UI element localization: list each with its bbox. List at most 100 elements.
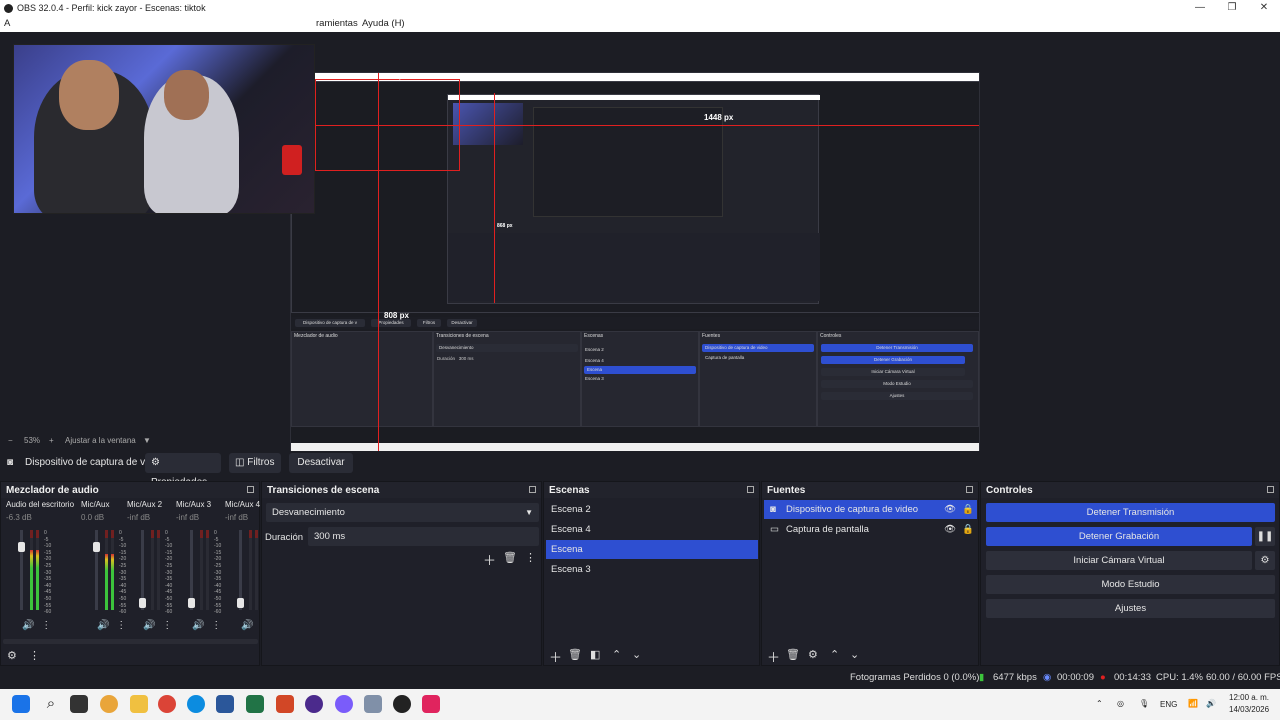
menu-item-help[interactable]: Ayuda (H) [362,18,405,29]
language-indicator[interactable]: ENG [1160,700,1177,709]
preview-canvas[interactable]: Dispositivo de captura de v Propiedades … [290,72,980,460]
mixer-settings-icon[interactable]: ⚙ [7,649,17,662]
tray-chevron-icon[interactable]: ⌃ [1096,699,1103,708]
task-view-icon[interactable] [70,695,88,713]
volume-slider-handle[interactable] [237,598,244,608]
move-up-icon[interactable]: ⌃ [612,648,621,661]
minimize-icon[interactable]: — [1184,0,1216,16]
edge-icon[interactable] [187,695,205,713]
copilot-icon[interactable] [100,695,118,713]
channel-menu-icon[interactable]: ⋮ [211,620,221,631]
volume-slider[interactable] [18,530,25,610]
source-settings-icon[interactable]: ⚙ [808,648,818,661]
scene-item[interactable]: Escena 4 [546,520,758,539]
undock-icon[interactable] [966,486,973,493]
close-icon[interactable]: ✕ [1248,0,1280,16]
zoom-dropdown-icon[interactable]: ▼ [143,436,151,445]
speaker-icon[interactable]: 🔊 [241,620,253,631]
scene-filter-icon[interactable]: ◧ [590,648,600,661]
move-up-icon[interactable]: ⌃ [830,648,839,661]
lock-icon[interactable]: 🔒 [962,500,974,519]
tiktok-icon[interactable] [422,695,440,713]
windows-start-icon[interactable] [12,695,30,713]
clock-date[interactable]: 14/03/2026 [1229,705,1269,714]
file-explorer-icon[interactable] [130,695,148,713]
selected-source-box[interactable] [315,79,460,171]
search-icon[interactable]: ⌕ [42,695,60,713]
eye-icon[interactable]: 👁 [944,500,956,519]
menu-item-partial[interactable]: A [4,18,10,29]
scale-tick: -25 [119,562,127,569]
scene-item-selected[interactable]: Escena [546,540,758,559]
eye-icon[interactable]: 👁 [944,520,956,539]
volume-slider[interactable] [237,530,244,610]
excel-icon[interactable] [246,695,264,713]
volume-slider-handle[interactable] [139,598,146,608]
discord-icon[interactable] [335,695,353,713]
scene-item[interactable]: Escena 2 [546,500,758,519]
settings-app-icon[interactable] [364,695,382,713]
stop-recording-button[interactable]: Detener Grabación [986,527,1252,546]
zoom-out-button[interactable]: − [8,436,13,445]
trash-icon[interactable]: 🗑 [568,648,582,661]
wifi-icon[interactable]: 📶 [1188,699,1198,708]
chrome-icon[interactable] [158,695,176,713]
preview-area[interactable]: Dispositivo de captura de v Propiedades … [0,32,1280,460]
mixer-scrollbar[interactable] [3,639,258,644]
volume-slider-handle[interactable] [18,542,25,552]
undock-icon[interactable] [1267,486,1274,493]
gear-icon[interactable]: ⚙ [1255,551,1275,570]
stop-stream-button[interactable]: Detener Transmisión [986,503,1275,522]
filter-icon: ◫ [235,457,245,468]
undock-icon[interactable] [747,486,754,493]
fit-window-button[interactable]: Ajustar a la ventana [65,436,136,445]
speaker-icon[interactable]: 🔊 [143,620,155,631]
volume-icon[interactable]: 🔊 [1206,699,1216,708]
virtual-camera-button[interactable]: Iniciar Cámara Virtual [986,551,1252,570]
app-icon[interactable] [305,695,323,713]
trash-icon[interactable]: 🗑 [786,648,800,661]
transition-select[interactable]: Desvanecimiento ▼ [266,503,539,522]
mixer-menu-icon[interactable]: ⋮ [29,649,40,662]
channel-menu-icon[interactable]: ⋮ [116,620,126,631]
source-item-selected[interactable]: ◙ Dispositivo de captura de video 👁 🔒 [764,500,977,519]
deactivate-button[interactable]: Desactivar [289,453,353,473]
maximize-icon[interactable]: ❐ [1216,0,1248,16]
move-down-icon[interactable]: ⌄ [850,648,859,661]
source-item[interactable]: ▭ Captura de pantalla 👁 🔒 [764,520,977,539]
channel-menu-icon[interactable]: ⋮ [162,620,172,631]
tray-app-icon[interactable]: ◎ [1117,699,1124,708]
channel-menu-icon[interactable]: ⋮ [41,620,51,631]
zoom-in-button[interactable]: + [49,436,54,445]
volume-slider[interactable] [188,530,195,610]
lock-icon[interactable]: 🔒 [962,520,974,539]
pause-icon[interactable]: ❚❚ [1255,527,1275,546]
transition-menu-icon[interactable]: ⋮ [525,551,536,564]
volume-slider-handle[interactable] [93,542,100,552]
volume-slider-handle[interactable] [188,598,195,608]
settings-button[interactable]: Ajustes [986,599,1275,618]
speaker-icon[interactable]: 🔊 [22,620,34,631]
speaker-icon[interactable]: 🔊 [192,620,204,631]
move-down-icon[interactable]: ⌄ [632,648,641,661]
add-scene-icon[interactable]: ＋ [549,647,562,666]
trash-icon[interactable]: 🗑 [503,551,517,564]
volume-slider[interactable] [93,530,100,610]
microphone-icon[interactable]: 🎙 [1139,699,1149,708]
powerpoint-icon[interactable] [276,695,294,713]
undock-icon[interactable] [247,486,254,493]
menu-item-tools[interactable]: ramientas [316,18,358,29]
word-icon[interactable] [216,695,234,713]
add-transition-icon[interactable]: ＋ [483,550,496,569]
obs-app-icon[interactable] [393,695,411,713]
filters-button[interactable]: ◫ Filtros [229,453,281,473]
undock-icon[interactable] [529,486,536,493]
properties-button[interactable]: ⚙ Propiedades [145,453,221,488]
studio-mode-button[interactable]: Modo Estudio [986,575,1275,594]
speaker-icon[interactable]: 🔊 [97,620,109,631]
duration-input[interactable]: 300 ms [308,527,539,546]
scene-item[interactable]: Escena 3 [546,560,758,579]
add-source-icon[interactable]: ＋ [767,647,780,666]
clock-time[interactable]: 12:00 a. m. [1229,693,1269,702]
volume-slider[interactable] [139,530,146,610]
